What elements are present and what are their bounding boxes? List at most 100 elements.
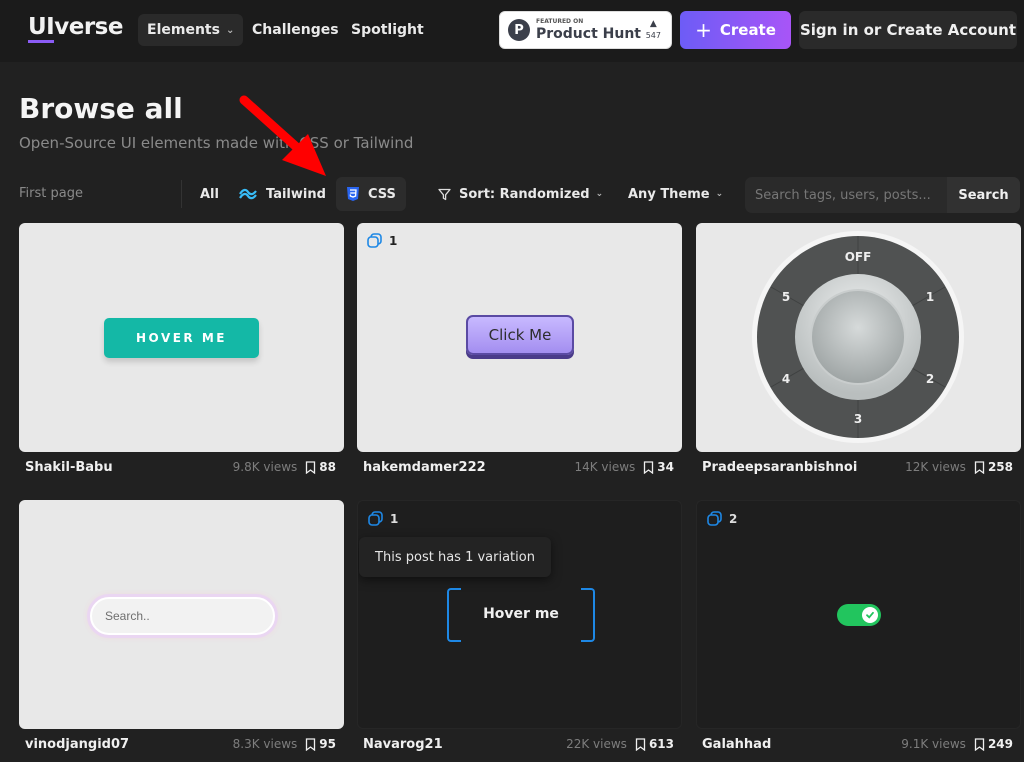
variation-tooltip: This post has 1 variation: [359, 537, 551, 577]
bookmark-count: 258: [987, 460, 1013, 474]
bookmark-icon: [974, 737, 985, 751]
card-meta: vinodjangid07 8.3K views 95: [19, 733, 344, 755]
card-views: 9.1K views: [901, 737, 966, 751]
card-author[interactable]: hakemdamer222: [363, 460, 486, 475]
ph-vote-count: 547: [645, 31, 661, 40]
card-author[interactable]: Galahhad: [702, 737, 771, 752]
bookmark-button[interactable]: 249: [974, 737, 1013, 751]
card-author[interactable]: vinodjangid07: [25, 737, 129, 752]
first-page-link[interactable]: First page: [19, 186, 83, 201]
chevron-down-icon: ⌄: [595, 189, 604, 199]
uiverse-logo[interactable]: UIverse: [28, 14, 123, 43]
card-meta: Navarog21 22K views 613: [357, 733, 682, 755]
toggle-knob: [862, 607, 878, 623]
nav-elements-dropdown[interactable]: Elements ⌄: [138, 14, 244, 46]
preview-hover-button[interactable]: HOVER ME: [104, 318, 259, 358]
bookmark-count: 613: [648, 737, 674, 751]
preview-click-button[interactable]: Click Me: [466, 315, 574, 355]
filter-all[interactable]: All: [190, 177, 229, 211]
search-bar: Search: [745, 177, 1020, 213]
bookmark-count: 95: [319, 737, 336, 751]
card-author[interactable]: Shakil-Babu: [25, 460, 113, 475]
variations-count: 1: [390, 511, 399, 526]
theme-dropdown[interactable]: Any Theme ⌄: [618, 177, 733, 211]
sort-dropdown[interactable]: Sort: Randomized ⌄: [428, 177, 613, 211]
card-author[interactable]: Pradeepsaranbishnoi: [702, 460, 857, 475]
filter-css[interactable]: CSS: [336, 177, 406, 211]
bookmark-count: 34: [657, 460, 674, 474]
filter-funnel-icon: [438, 188, 451, 201]
upvote-arrow-icon: ▲: [649, 19, 657, 29]
product-hunt-badge[interactable]: P FEATURED ON Product Hunt ▲ 547: [499, 11, 672, 49]
tailwind-icon: [238, 188, 258, 200]
top-header: UIverse Elements ⌄ Challenges Spotlight …: [0, 0, 1024, 62]
bookmark-count: 249: [987, 737, 1013, 751]
theme-label: Any Theme: [628, 186, 710, 202]
knob-label-4: 4: [782, 372, 790, 386]
annotation-arrow-icon: [239, 95, 326, 176]
preview-search-input[interactable]: Search..: [90, 597, 275, 635]
rotary-knob[interactable]: OFF 1 2 3 4 5: [696, 223, 1021, 452]
nav-elements-label: Elements: [147, 22, 220, 38]
filter-tailwind[interactable]: Tailwind: [228, 177, 336, 211]
knob-label-3: 3: [854, 412, 862, 426]
card-meta: hakemdamer222 14K views 34: [357, 456, 682, 478]
variations-count: 1: [389, 233, 398, 248]
bookmark-icon: [306, 737, 316, 751]
bookmark-icon: [635, 737, 646, 751]
search-button[interactable]: Search: [947, 177, 1020, 213]
bookmark-button[interactable]: 34: [643, 460, 674, 474]
variations-badge: 2: [707, 511, 737, 526]
bookmark-button[interactable]: 613: [635, 737, 674, 751]
card-knob[interactable]: OFF 1 2 3 4 5: [696, 223, 1021, 452]
checkmark-icon: [866, 611, 874, 619]
bookmark-button[interactable]: 95: [305, 737, 336, 751]
card-author[interactable]: Navarog21: [363, 737, 443, 752]
card-views: 12K views: [905, 460, 966, 474]
card-toggle[interactable]: 2: [696, 500, 1021, 729]
css3-icon: [346, 186, 360, 202]
knob-label-2: 2: [926, 372, 934, 386]
preview-toggle-switch[interactable]: [837, 604, 881, 626]
bookmark-icon: [644, 460, 654, 474]
variations-badge: 1: [368, 511, 398, 526]
nav-spotlight[interactable]: Spotlight: [343, 14, 432, 46]
preview-hover-bracket-button[interactable]: Hover me: [447, 588, 595, 642]
card-views: 9.8K views: [232, 460, 298, 474]
bookmark-count: 88: [319, 460, 336, 474]
bookmark-button[interactable]: 258: [974, 460, 1013, 474]
page-subtitle: Open-Source UI elements made with CSS or…: [19, 134, 414, 152]
signin-button[interactable]: Sign in or Create Account: [799, 11, 1017, 49]
logo-ui: UI: [28, 14, 55, 43]
card-meta: Galahhad 9.1K views 249: [696, 733, 1021, 755]
chevron-down-icon: ⌄: [225, 24, 235, 36]
card-hover-me[interactable]: HOVER ME: [19, 223, 344, 452]
logo-verse: verse: [54, 14, 123, 40]
card-search[interactable]: Search..: [19, 500, 344, 729]
filter-divider: [181, 180, 182, 208]
create-label: Create: [719, 21, 776, 39]
knob-label-1: 1: [926, 290, 934, 304]
bookmark-button[interactable]: 88: [305, 460, 336, 474]
variations-icon: [368, 511, 383, 526]
card-hover-brackets[interactable]: 1 This post has 1 variation Hover me: [357, 500, 682, 729]
nav-challenges[interactable]: Challenges: [244, 14, 347, 46]
chevron-down-icon: ⌄: [715, 189, 724, 199]
knob-label-5: 5: [782, 290, 790, 304]
plus-icon: +: [695, 18, 712, 42]
ph-name: Product Hunt: [536, 26, 641, 42]
sort-label: Sort: Randomized: [459, 186, 590, 202]
card-meta: Pradeepsaranbishnoi 12K views 258: [696, 456, 1021, 478]
page-title: Browse all: [19, 92, 183, 125]
card-click-me[interactable]: 1 Click Me: [357, 223, 682, 452]
bookmark-icon: [306, 460, 316, 474]
variations-icon: [367, 233, 382, 248]
card-views: 14K views: [574, 460, 636, 474]
search-input[interactable]: [745, 177, 947, 213]
ph-featured-label: FEATURED ON: [536, 18, 584, 25]
filter-tailwind-label: Tailwind: [266, 186, 326, 202]
create-button[interactable]: + Create: [680, 11, 791, 49]
bookmark-icon: [974, 460, 985, 474]
variations-badge: 1: [367, 233, 397, 248]
filter-css-label: CSS: [368, 186, 396, 202]
